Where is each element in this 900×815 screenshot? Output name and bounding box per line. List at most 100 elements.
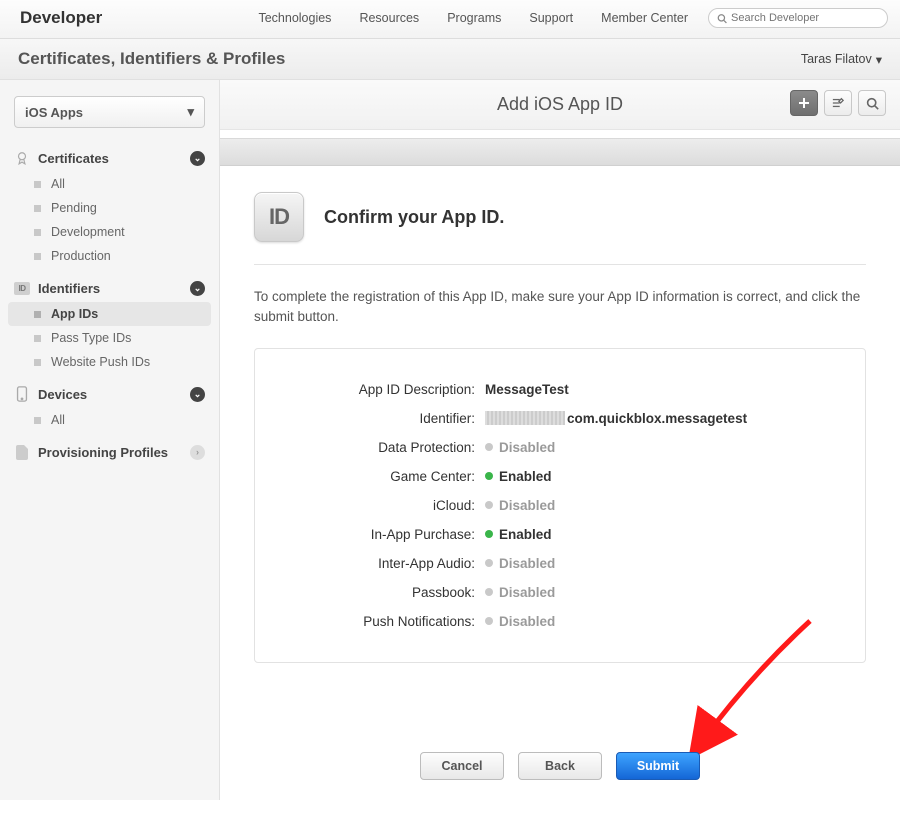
sidebar-item-cert-all[interactable]: All	[0, 172, 219, 196]
sidebar-item-cert-development[interactable]: Development	[0, 220, 219, 244]
nav-programs[interactable]: Programs	[447, 11, 501, 25]
field-value: MessageTest	[485, 382, 845, 397]
brand-title: Developer	[20, 8, 102, 28]
user-name: Taras Filatov	[801, 52, 872, 66]
collapse-icon: ⌄	[190, 151, 205, 166]
search-button[interactable]	[858, 90, 886, 116]
field-value: Disabled	[485, 556, 845, 571]
platform-select[interactable]: iOS Apps ▾	[14, 96, 205, 128]
search-box[interactable]	[708, 8, 888, 28]
sidebar-item-cert-pending[interactable]: Pending	[0, 196, 219, 220]
edit-button[interactable]	[824, 90, 852, 116]
row-identifier: Identifier: com.quickblox.messagetest	[275, 404, 845, 433]
confirm-header: ID Confirm your App ID.	[254, 192, 866, 265]
sidebar-header-provisioning[interactable]: Provisioning Profiles ›	[0, 438, 219, 466]
sidebar-group-label: Devices	[38, 387, 87, 402]
field-value: Disabled	[485, 440, 845, 455]
main-header: Add iOS App ID	[220, 80, 900, 130]
sidebar-item-label: Website Push IDs	[51, 355, 150, 369]
sidebar-item-devices-all[interactable]: All	[0, 408, 219, 432]
bullet-icon	[34, 181, 41, 188]
sidebar-item-app-ids[interactable]: App IDs	[8, 302, 211, 326]
sidebar-item-label: All	[51, 413, 65, 427]
field-label: In-App Purchase:	[275, 527, 485, 542]
identifier-value: com.quickblox.messagetest	[567, 411, 747, 426]
status-text: Disabled	[499, 498, 555, 513]
row-icloud: iCloud: Disabled	[275, 491, 845, 520]
nav-support[interactable]: Support	[529, 11, 573, 25]
confirm-heading: Confirm your App ID.	[324, 207, 504, 228]
sub-header: Certificates, Identifiers & Profiles Tar…	[0, 39, 900, 80]
device-icon	[14, 386, 30, 402]
field-label: Push Notifications:	[275, 614, 485, 629]
field-value: Enabled	[485, 469, 845, 484]
collapse-icon: ⌄	[190, 387, 205, 402]
certificate-icon	[14, 150, 30, 166]
submit-button[interactable]: Submit	[616, 752, 700, 780]
obscured-prefix	[485, 411, 565, 425]
sidebar-group-label: Identifiers	[38, 281, 100, 296]
row-game-center: Game Center: Enabled	[275, 462, 845, 491]
field-label: Identifier:	[275, 411, 485, 426]
footer-buttons: Cancel Back Submit	[220, 752, 900, 780]
row-app-id-description: App ID Description: MessageTest	[275, 375, 845, 404]
bullet-icon	[34, 253, 41, 260]
bullet-icon	[34, 417, 41, 424]
search-input[interactable]	[731, 12, 879, 24]
user-dropdown[interactable]: Taras Filatov ▾	[801, 52, 882, 67]
sidebar-group-devices: Devices ⌄ All	[0, 380, 219, 432]
sidebar-group-certificates: Certificates ⌄ All Pending Development P…	[0, 144, 219, 268]
collapse-icon: ⌄	[190, 281, 205, 296]
nav-technologies[interactable]: Technologies	[258, 11, 331, 25]
status-text: Enabled	[499, 527, 552, 542]
sidebar-item-label: Production	[51, 249, 111, 263]
main-panel: Add iOS App ID ID Confirm your App ID. T…	[220, 80, 900, 800]
field-value: Disabled	[485, 614, 845, 629]
sidebar-group-label: Certificates	[38, 151, 109, 166]
sidebar-item-label: Pass Type IDs	[51, 331, 131, 345]
chevron-down-icon: ▾	[187, 104, 194, 120]
sidebar-item-cert-production[interactable]: Production	[0, 244, 219, 268]
sidebar-header-identifiers[interactable]: ID Identifiers ⌄	[0, 274, 219, 302]
sidebar-item-pass-type-ids[interactable]: Pass Type IDs	[0, 326, 219, 350]
bullet-icon	[34, 311, 41, 318]
nav-member-center[interactable]: Member Center	[601, 11, 688, 25]
cancel-button[interactable]: Cancel	[420, 752, 504, 780]
bullet-icon	[34, 229, 41, 236]
sidebar-item-website-push-ids[interactable]: Website Push IDs	[0, 350, 219, 374]
status-text: Disabled	[499, 440, 555, 455]
nav-resources[interactable]: Resources	[359, 11, 419, 25]
status-dot-icon	[485, 530, 493, 538]
bullet-icon	[34, 205, 41, 212]
expand-icon: ›	[190, 445, 205, 460]
status-text: Disabled	[499, 614, 555, 629]
row-in-app-purchase: In-App Purchase: Enabled	[275, 520, 845, 549]
field-label: iCloud:	[275, 498, 485, 513]
back-button[interactable]: Back	[518, 752, 602, 780]
status-text: Disabled	[499, 585, 555, 600]
id-tile-icon: ID	[254, 192, 304, 242]
bullet-icon	[34, 335, 41, 342]
status-text: Disabled	[499, 556, 555, 571]
sidebar-header-devices[interactable]: Devices ⌄	[0, 380, 219, 408]
status-text: Enabled	[499, 469, 552, 484]
field-label: App ID Description:	[275, 382, 485, 397]
sidebar-item-label: All	[51, 177, 65, 191]
platform-label: iOS Apps	[25, 105, 83, 120]
topbar: Developer Technologies Resources Program…	[0, 0, 900, 39]
row-push-notifications: Push Notifications: Disabled	[275, 607, 845, 636]
status-dot-icon	[485, 588, 493, 596]
identifier-icon: ID	[14, 280, 30, 296]
sidebar-item-label: App IDs	[51, 307, 98, 321]
section-title: Certificates, Identifiers & Profiles	[18, 49, 285, 69]
id-tile-text: ID	[269, 204, 289, 230]
field-label: Data Protection:	[275, 440, 485, 455]
row-passbook: Passbook: Disabled	[275, 578, 845, 607]
status-dot-icon	[485, 559, 493, 567]
sidebar-group-provisioning: Provisioning Profiles ›	[0, 438, 219, 466]
toolbar	[790, 90, 886, 116]
add-button[interactable]	[790, 90, 818, 116]
sidebar-header-certificates[interactable]: Certificates ⌄	[0, 144, 219, 172]
row-data-protection: Data Protection: Disabled	[275, 433, 845, 462]
field-value: com.quickblox.messagetest	[485, 411, 845, 426]
